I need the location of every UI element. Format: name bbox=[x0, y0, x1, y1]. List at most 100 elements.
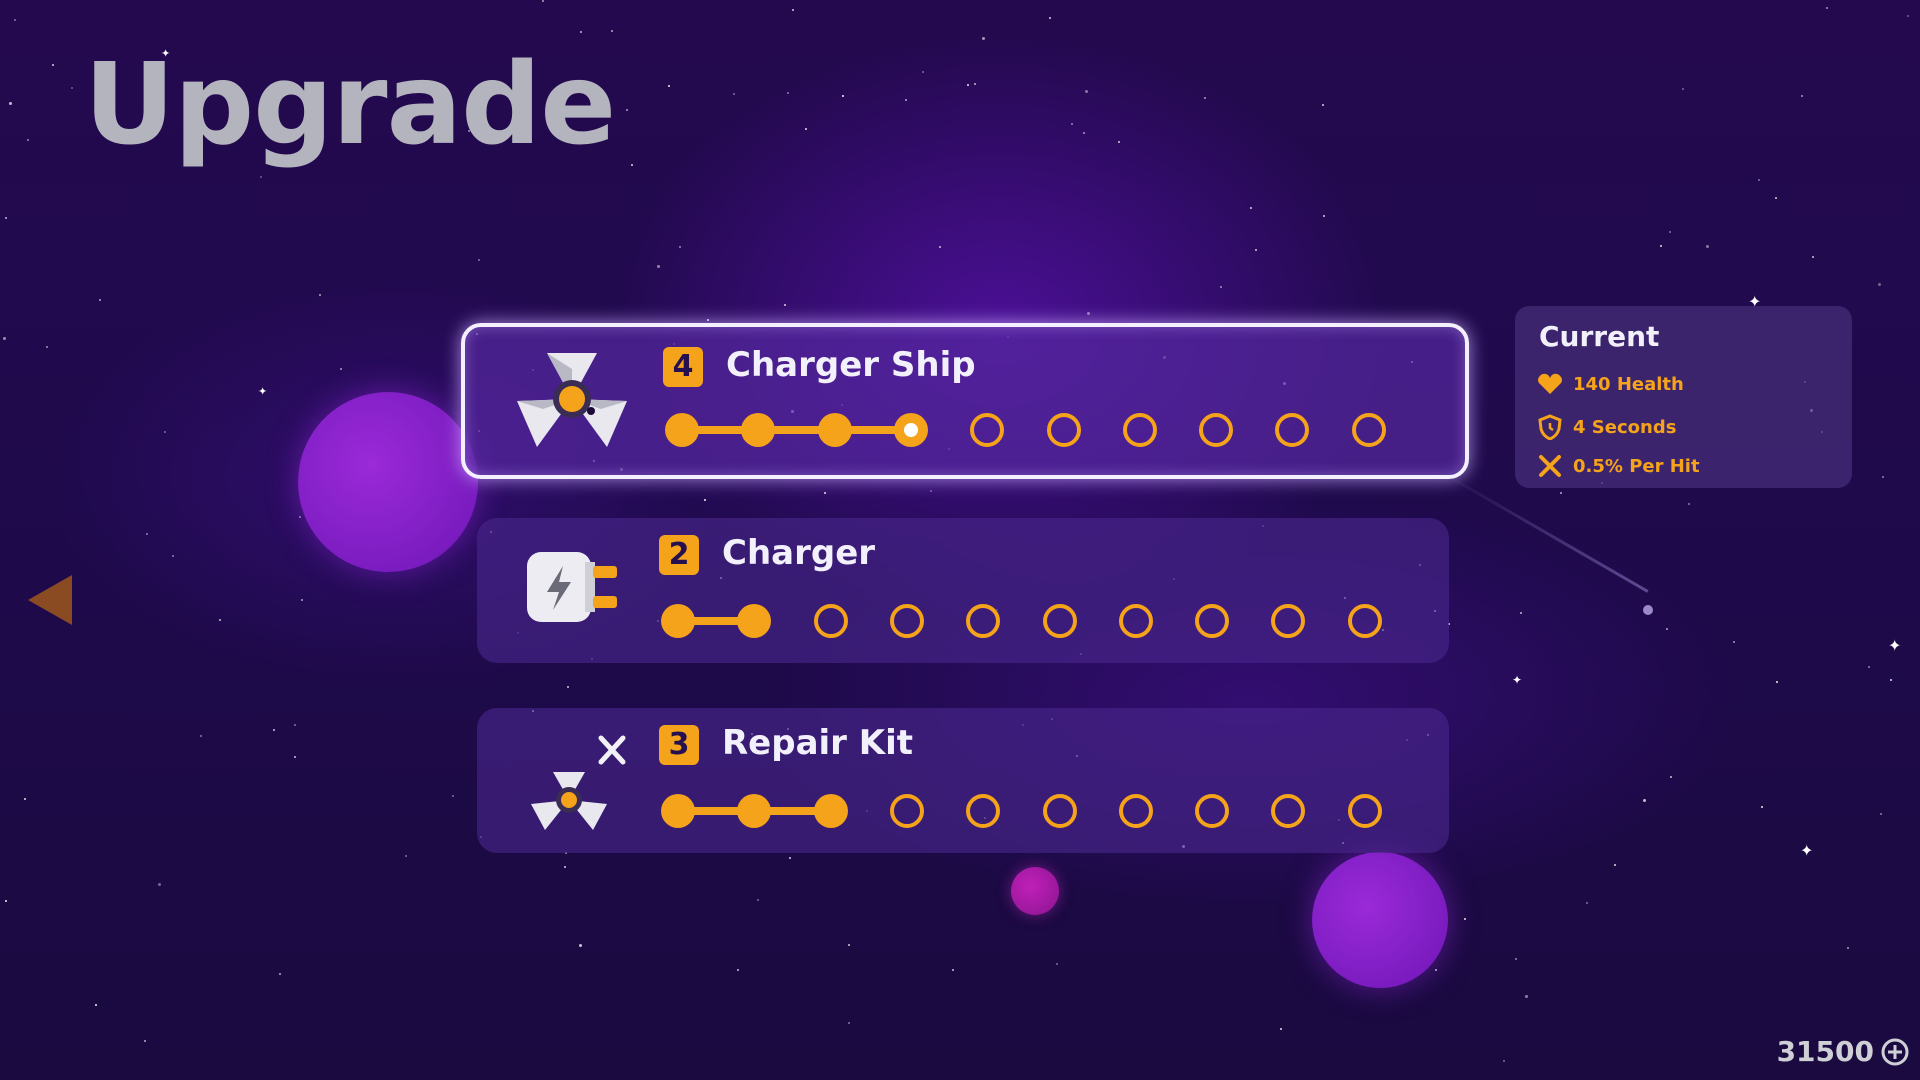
star bbox=[301, 599, 303, 601]
star bbox=[1878, 283, 1881, 286]
star bbox=[1826, 7, 1828, 9]
star bbox=[5, 217, 7, 219]
star bbox=[172, 555, 174, 557]
level-node-empty bbox=[1122, 413, 1157, 447]
repair-ship-icon bbox=[531, 735, 626, 830]
level-node-filled bbox=[737, 794, 772, 828]
star bbox=[1907, 15, 1909, 17]
level-progress-bar bbox=[682, 426, 911, 434]
star bbox=[631, 164, 633, 166]
level-track bbox=[665, 411, 1405, 447]
level-node-empty bbox=[1347, 604, 1382, 638]
star bbox=[219, 619, 221, 621]
upgrade-card-charger[interactable]: 2 Charger bbox=[477, 518, 1449, 663]
star bbox=[1322, 104, 1324, 106]
timer-shield-icon bbox=[1538, 414, 1562, 440]
level-node-empty bbox=[889, 794, 924, 828]
star bbox=[952, 969, 954, 971]
star bbox=[1503, 1060, 1505, 1062]
level-track bbox=[661, 792, 1401, 828]
level-node-filled bbox=[661, 794, 695, 828]
planet-bottom-right bbox=[1312, 852, 1448, 988]
level-node-empty bbox=[1195, 794, 1230, 828]
back-arrow-icon[interactable] bbox=[28, 575, 72, 625]
star bbox=[787, 92, 789, 94]
star bbox=[967, 84, 969, 86]
star bbox=[1706, 245, 1709, 248]
star bbox=[5, 900, 7, 902]
charger-plug-icon bbox=[527, 552, 617, 622]
star bbox=[1087, 312, 1090, 315]
wrench-cross-icon bbox=[1539, 455, 1561, 477]
level-node-empty bbox=[1042, 604, 1077, 638]
star bbox=[1801, 95, 1803, 97]
star bbox=[9, 102, 12, 105]
star bbox=[1085, 90, 1088, 93]
level-node-empty bbox=[813, 604, 848, 638]
star bbox=[1220, 286, 1222, 288]
star bbox=[1560, 492, 1562, 494]
level-node-empty bbox=[1042, 794, 1077, 828]
star bbox=[805, 128, 807, 130]
star bbox=[974, 83, 976, 85]
sparkle-star: ✦ bbox=[1512, 673, 1523, 687]
level-node-filled bbox=[813, 794, 848, 828]
star bbox=[580, 31, 582, 33]
star bbox=[737, 969, 739, 971]
star bbox=[1660, 245, 1662, 247]
sparkle-star: ✦ bbox=[258, 385, 268, 398]
star bbox=[611, 30, 613, 32]
star bbox=[452, 795, 454, 797]
star bbox=[1435, 969, 1437, 971]
star bbox=[824, 492, 826, 494]
level-node-empty bbox=[1118, 794, 1153, 828]
stat-text: 140 Health bbox=[1573, 373, 1684, 395]
star bbox=[679, 246, 681, 248]
star bbox=[3, 337, 6, 340]
star bbox=[1056, 963, 1058, 965]
star bbox=[982, 37, 985, 40]
star bbox=[905, 99, 907, 101]
coin-plus-icon bbox=[1881, 1038, 1909, 1065]
star bbox=[1682, 88, 1684, 90]
star bbox=[144, 1040, 146, 1042]
star bbox=[1775, 197, 1777, 199]
upgrade-card-charger-ship[interactable]: 4 Charger Ship bbox=[461, 323, 1469, 479]
level-track bbox=[661, 602, 1401, 638]
small-moon bbox=[1011, 867, 1059, 915]
currency-display: 31500 bbox=[1777, 1035, 1910, 1068]
star bbox=[146, 533, 148, 535]
star bbox=[273, 729, 275, 731]
level-node-empty bbox=[1195, 604, 1230, 638]
star bbox=[1868, 666, 1870, 668]
sparkle-star: ✦ bbox=[1888, 636, 1902, 655]
stat-duration: 4 Seconds bbox=[1537, 414, 1676, 440]
star bbox=[564, 866, 566, 868]
star bbox=[1525, 995, 1528, 998]
stat-health: 140 Health bbox=[1537, 371, 1684, 397]
level-node-empty bbox=[970, 413, 1005, 447]
star bbox=[1812, 256, 1814, 258]
star bbox=[1890, 679, 1892, 681]
star bbox=[260, 176, 262, 178]
comet-trail bbox=[1439, 470, 1649, 593]
star bbox=[1614, 864, 1616, 866]
star bbox=[1204, 97, 1206, 99]
level-node-empty bbox=[1118, 604, 1153, 638]
star bbox=[1847, 947, 1849, 949]
level-node-empty bbox=[1351, 413, 1386, 447]
star bbox=[1666, 628, 1668, 630]
comet-head bbox=[1643, 605, 1653, 615]
star bbox=[939, 246, 941, 248]
star bbox=[405, 855, 407, 857]
upgrade-card-repair-kit[interactable]: 3 Repair Kit bbox=[477, 708, 1449, 853]
level-node-filled bbox=[893, 413, 928, 447]
charger-ship-icon bbox=[517, 353, 627, 447]
star bbox=[95, 1004, 97, 1006]
star bbox=[1071, 123, 1073, 125]
current-stats-panel: Current 140 Health 4 Seconds 0.5% Per Hi… bbox=[1515, 306, 1852, 488]
level-badge: 3 bbox=[659, 725, 699, 765]
star bbox=[1688, 503, 1690, 505]
upgrade-name: Charger Ship bbox=[726, 345, 976, 385]
star bbox=[1733, 641, 1735, 643]
